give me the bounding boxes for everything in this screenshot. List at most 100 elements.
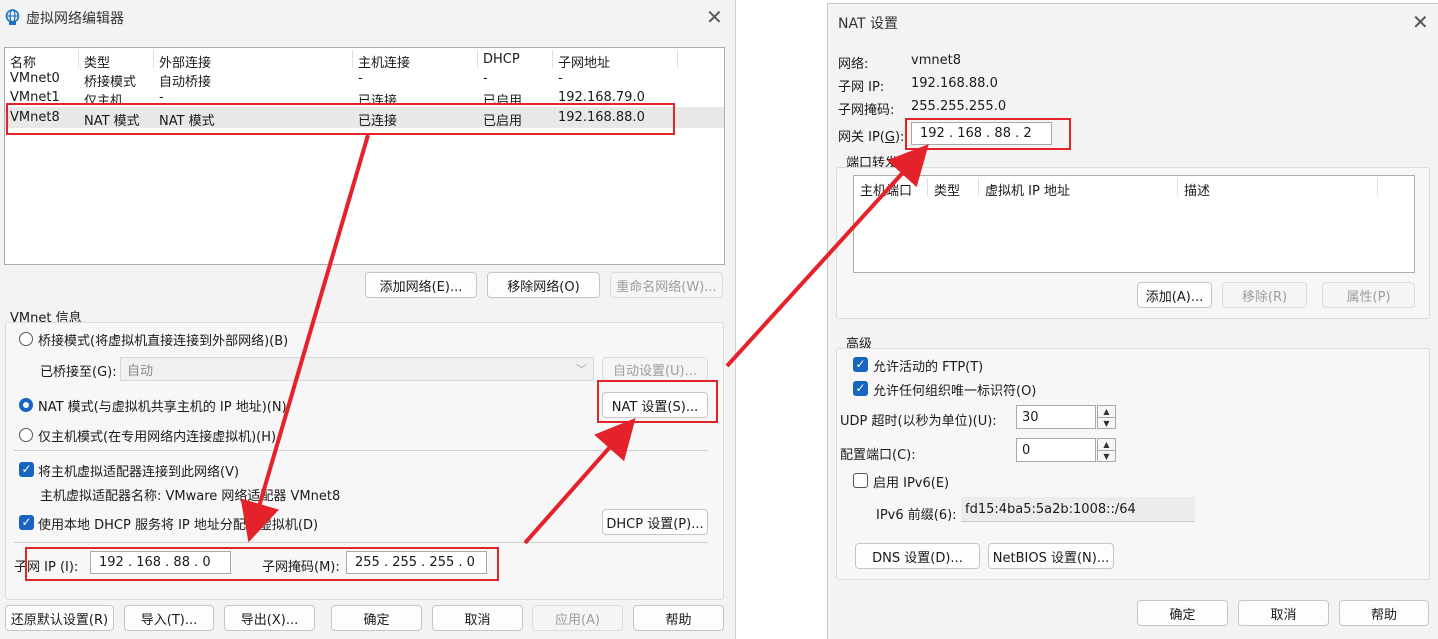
ipv6-prefix-field[interactable]: fd15:4ba5:5a2b:1008::/64	[961, 497, 1195, 522]
host-only-mode-radio[interactable]	[19, 428, 33, 442]
subnet-mask-value: 255.255.255.0	[911, 99, 1007, 114]
close-icon[interactable]: ✕	[1412, 12, 1429, 32]
column-divider	[552, 50, 553, 68]
connect-adapter-label[interactable]: 将主机虚拟适配器连接到此网络(V)	[38, 461, 239, 480]
netbios-settings-button[interactable]: NetBIOS 设置(N)...	[988, 543, 1114, 569]
column-divider	[1377, 178, 1378, 196]
udp-timeout-spinner[interactable]: ▲ ▼	[1097, 405, 1116, 429]
cancel-button[interactable]: 取消	[1238, 600, 1329, 626]
column-header-type[interactable]: 类型	[934, 180, 960, 199]
spin-down-icon[interactable]: ▼	[1098, 417, 1115, 428]
spin-up-icon[interactable]: ▲	[1098, 439, 1115, 450]
column-divider	[927, 178, 928, 196]
help-button[interactable]: 帮助	[1339, 600, 1429, 626]
column-header-subnet[interactable]: 子网地址	[558, 52, 610, 71]
cancel-button[interactable]: 取消	[432, 605, 523, 631]
separator	[14, 542, 708, 543]
enable-ipv6-label[interactable]: 启用 IPv6(E)	[873, 472, 949, 491]
allow-ftp-label[interactable]: 允许活动的 FTP(T)	[873, 356, 983, 375]
udp-timeout-label: UDP 超时(以秒为单位)(U):	[840, 414, 997, 429]
window-title: NAT 设置	[838, 16, 898, 32]
close-icon[interactable]: ✕	[706, 7, 723, 27]
cell-dhcp: 已启用	[483, 94, 523, 103]
bridged-to-label: 已桥接至(G):	[40, 365, 117, 380]
chevron-down-icon: ﹀	[576, 363, 587, 376]
remove-port-forward-button[interactable]: 移除(R)	[1222, 282, 1307, 308]
subnet-ip-label: 子网 IP:	[838, 80, 885, 95]
dns-settings-button[interactable]: DNS 设置(D)...	[855, 543, 980, 569]
cell-name: VMnet0	[10, 71, 60, 86]
column-divider	[677, 50, 678, 68]
help-button[interactable]: 帮助	[633, 605, 724, 631]
cell-type: 桥接模式	[84, 75, 137, 90]
port-forward-properties-button[interactable]: 属性(P)	[1322, 282, 1415, 308]
cell-subnet: 192.168.79.0	[558, 90, 645, 103]
bridged-mode-label[interactable]: 桥接模式(将虚拟机直接连接到外部网络)(B)	[38, 330, 288, 349]
cell-external: -	[159, 90, 164, 103]
bridged-to-value: 自动	[127, 363, 154, 379]
remove-network-button[interactable]: 移除网络(O)	[487, 272, 600, 298]
spin-down-icon[interactable]: ▼	[1098, 450, 1115, 461]
column-header-description[interactable]: 描述	[1184, 180, 1210, 199]
auto-settings-button[interactable]: 自动设置(U)...	[602, 357, 708, 381]
virtual-network-editor-window: 虚拟网络编辑器 ✕ 名称 类型 外部连接 主机连接 DHCP 子网地址 VMne…	[0, 0, 736, 639]
ok-button[interactable]: 确定	[1137, 600, 1228, 626]
gateway-ip-label: 网关 IP(G):	[838, 130, 905, 145]
column-divider	[78, 50, 79, 68]
column-divider	[352, 50, 353, 68]
column-header-name[interactable]: 名称	[10, 52, 36, 71]
table-row[interactable]: VMnet0 桥接模式 自动桥接 - - -	[5, 70, 724, 90]
highlight-vmnet8-row	[6, 103, 675, 135]
table-row[interactable]: VMnet1 仅主机 - 已连接 已启用 192.168.79.0	[5, 89, 724, 103]
cell-subnet: -	[558, 71, 563, 86]
column-header-type[interactable]: 类型	[84, 52, 110, 71]
network-value: vmnet8	[911, 53, 961, 68]
column-divider	[153, 50, 154, 68]
import-button[interactable]: 导入(T)...	[124, 605, 214, 631]
use-dhcp-label[interactable]: 使用本地 DHCP 服务将 IP 地址分配给虚拟机(D)	[38, 514, 318, 533]
cell-external: 自动桥接	[159, 75, 212, 90]
nat-mode-radio[interactable]	[19, 398, 33, 412]
cell-host: -	[358, 71, 363, 86]
spin-up-icon[interactable]: ▲	[1098, 406, 1115, 417]
enable-ipv6-checkbox[interactable]	[853, 473, 868, 488]
column-header-vm-ip[interactable]: 虚拟机 IP 地址	[985, 180, 1070, 199]
allow-oui-checkbox[interactable]: ✓	[853, 381, 868, 396]
bridged-mode-radio[interactable]	[19, 332, 33, 346]
nat-mode-label[interactable]: NAT 模式(与虚拟机共享主机的 IP 地址)(N)	[38, 396, 287, 415]
separator	[14, 450, 708, 451]
column-divider	[1177, 178, 1178, 196]
host-only-mode-label[interactable]: 仅主机模式(在专用网络内连接虚拟机)(H)	[38, 426, 276, 445]
cell-dhcp: -	[483, 71, 488, 86]
window-title: 虚拟网络编辑器	[26, 11, 124, 27]
allow-ftp-checkbox[interactable]: ✓	[853, 357, 868, 372]
apply-button[interactable]: 应用(A)	[532, 605, 623, 631]
config-port-input[interactable]: 0	[1016, 438, 1096, 462]
column-header-host[interactable]: 主机连接	[358, 52, 410, 71]
restore-defaults-button[interactable]: 还原默认设置(R)	[5, 605, 114, 631]
column-header-host-port[interactable]: 主机端口	[860, 180, 912, 199]
rename-network-button[interactable]: 重命名网络(W)...	[610, 272, 723, 298]
use-dhcp-checkbox[interactable]: ✓	[19, 515, 34, 530]
udp-timeout-input[interactable]: 30	[1016, 405, 1096, 429]
add-port-forward-button[interactable]: 添加(A)...	[1137, 282, 1212, 308]
highlight-gateway-ip	[905, 118, 1071, 150]
ok-button[interactable]: 确定	[331, 605, 422, 631]
column-header-dhcp[interactable]: DHCP	[483, 52, 520, 67]
export-button[interactable]: 导出(X)...	[224, 605, 315, 631]
connect-adapter-checkbox[interactable]: ✓	[19, 462, 34, 477]
column-divider	[978, 178, 979, 196]
column-header-external[interactable]: 外部连接	[159, 52, 211, 71]
config-port-spinner[interactable]: ▲ ▼	[1097, 438, 1116, 462]
cell-type: 仅主机	[84, 94, 124, 103]
highlight-nat-settings-button	[597, 380, 718, 423]
add-network-button[interactable]: 添加网络(E)...	[365, 272, 477, 298]
cell-host: 已连接	[358, 94, 398, 103]
dhcp-settings-button[interactable]: DHCP 设置(P)...	[602, 509, 708, 535]
ipv6-prefix-label: IPv6 前缀(6):	[876, 508, 957, 523]
allow-oui-label[interactable]: 允许任何组织唯一标识符(O)	[873, 380, 1036, 399]
bridged-to-select[interactable]: 自动 ﹀	[120, 357, 594, 381]
nat-settings-window: NAT 设置 ✕ 网络: vmnet8 子网 IP: 192.168.88.0 …	[827, 3, 1438, 639]
config-port-label: 配置端口(C):	[840, 448, 916, 463]
cell-name: VMnet1	[10, 90, 60, 103]
